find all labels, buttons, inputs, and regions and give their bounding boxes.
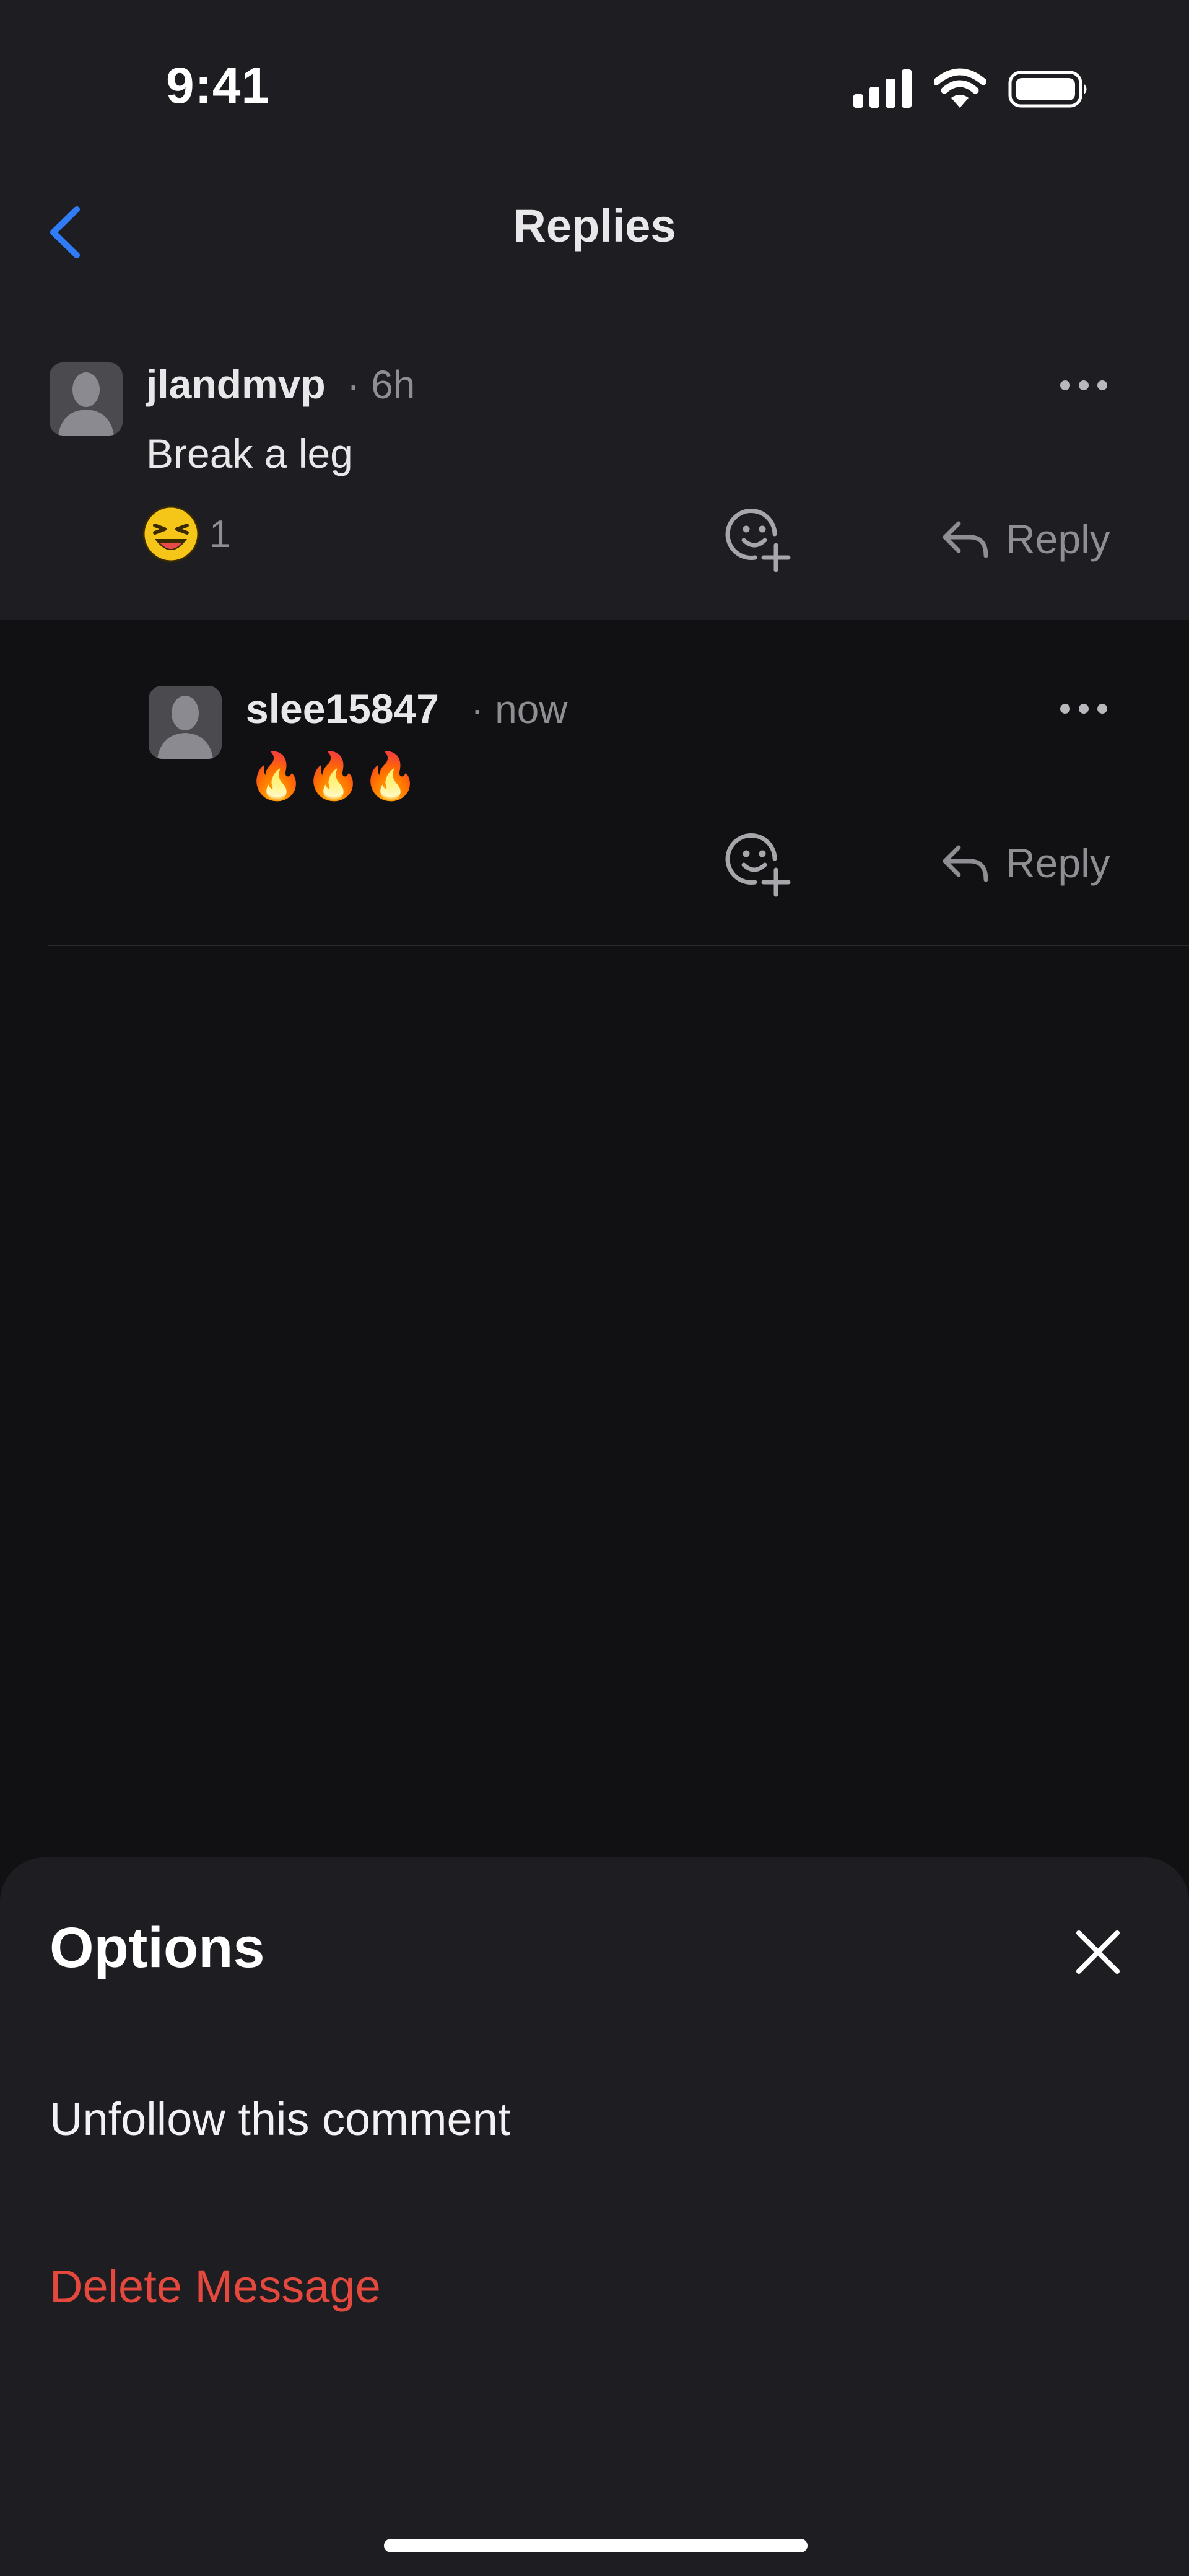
options-sheet: Options Unfollow this comment Delete Mes…	[0, 1857, 1189, 2576]
more-options-button[interactable]	[1050, 367, 1118, 404]
reply-arrow-icon	[943, 521, 988, 558]
signal-icon	[853, 69, 912, 108]
delete-message-option[interactable]: Delete Message	[50, 2260, 381, 2313]
unfollow-comment-option[interactable]: Unfollow this comment	[50, 2093, 510, 2145]
reply-arrow-icon	[943, 845, 988, 882]
wifi-icon	[934, 68, 986, 108]
more-options-button[interactable]	[1050, 690, 1118, 727]
comment-text: 🔥🔥🔥	[248, 750, 419, 802]
reaction-count: 1	[209, 512, 231, 556]
status-time: 9:41	[166, 58, 271, 114]
divider	[48, 945, 1189, 946]
comment-username[interactable]: slee15847	[246, 685, 439, 732]
comment-username[interactable]: jlandmvp	[146, 361, 326, 408]
comment-timestamp: · 6h	[347, 362, 416, 407]
more-icon	[1060, 380, 1107, 390]
comment-timestamp: · now	[471, 687, 568, 732]
reply-button[interactable]: Reply	[940, 835, 1110, 891]
battery-icon	[1008, 71, 1087, 108]
close-button[interactable]	[1065, 1919, 1131, 1985]
user-silhouette-icon	[50, 362, 123, 436]
laughing-emoji-icon	[142, 506, 199, 563]
app-screen: 9:41 Replies jlandmvp · 6h Break a leg 1…	[0, 0, 1189, 2576]
reaction-chip[interactable]: 1	[141, 503, 230, 565]
sheet-title: Options	[50, 1916, 265, 1979]
add-reaction-icon	[725, 833, 791, 897]
more-icon	[1060, 704, 1107, 714]
page-title: Replies	[513, 200, 676, 252]
comment-text: Break a leg	[146, 431, 353, 476]
add-reaction-button[interactable]	[721, 501, 796, 575]
reply-label: Reply	[1006, 516, 1110, 562]
avatar[interactable]	[149, 686, 222, 759]
home-indicator[interactable]	[384, 2539, 808, 2552]
user-silhouette-icon	[149, 686, 222, 759]
avatar[interactable]	[50, 362, 123, 436]
add-reaction-icon	[725, 509, 791, 572]
reply-button[interactable]: Reply	[940, 511, 1110, 567]
add-reaction-button[interactable]	[721, 825, 796, 900]
status-bar: 9:41	[0, 0, 1189, 180]
reply-label: Reply	[1006, 840, 1110, 886]
close-icon	[1076, 1930, 1120, 1974]
